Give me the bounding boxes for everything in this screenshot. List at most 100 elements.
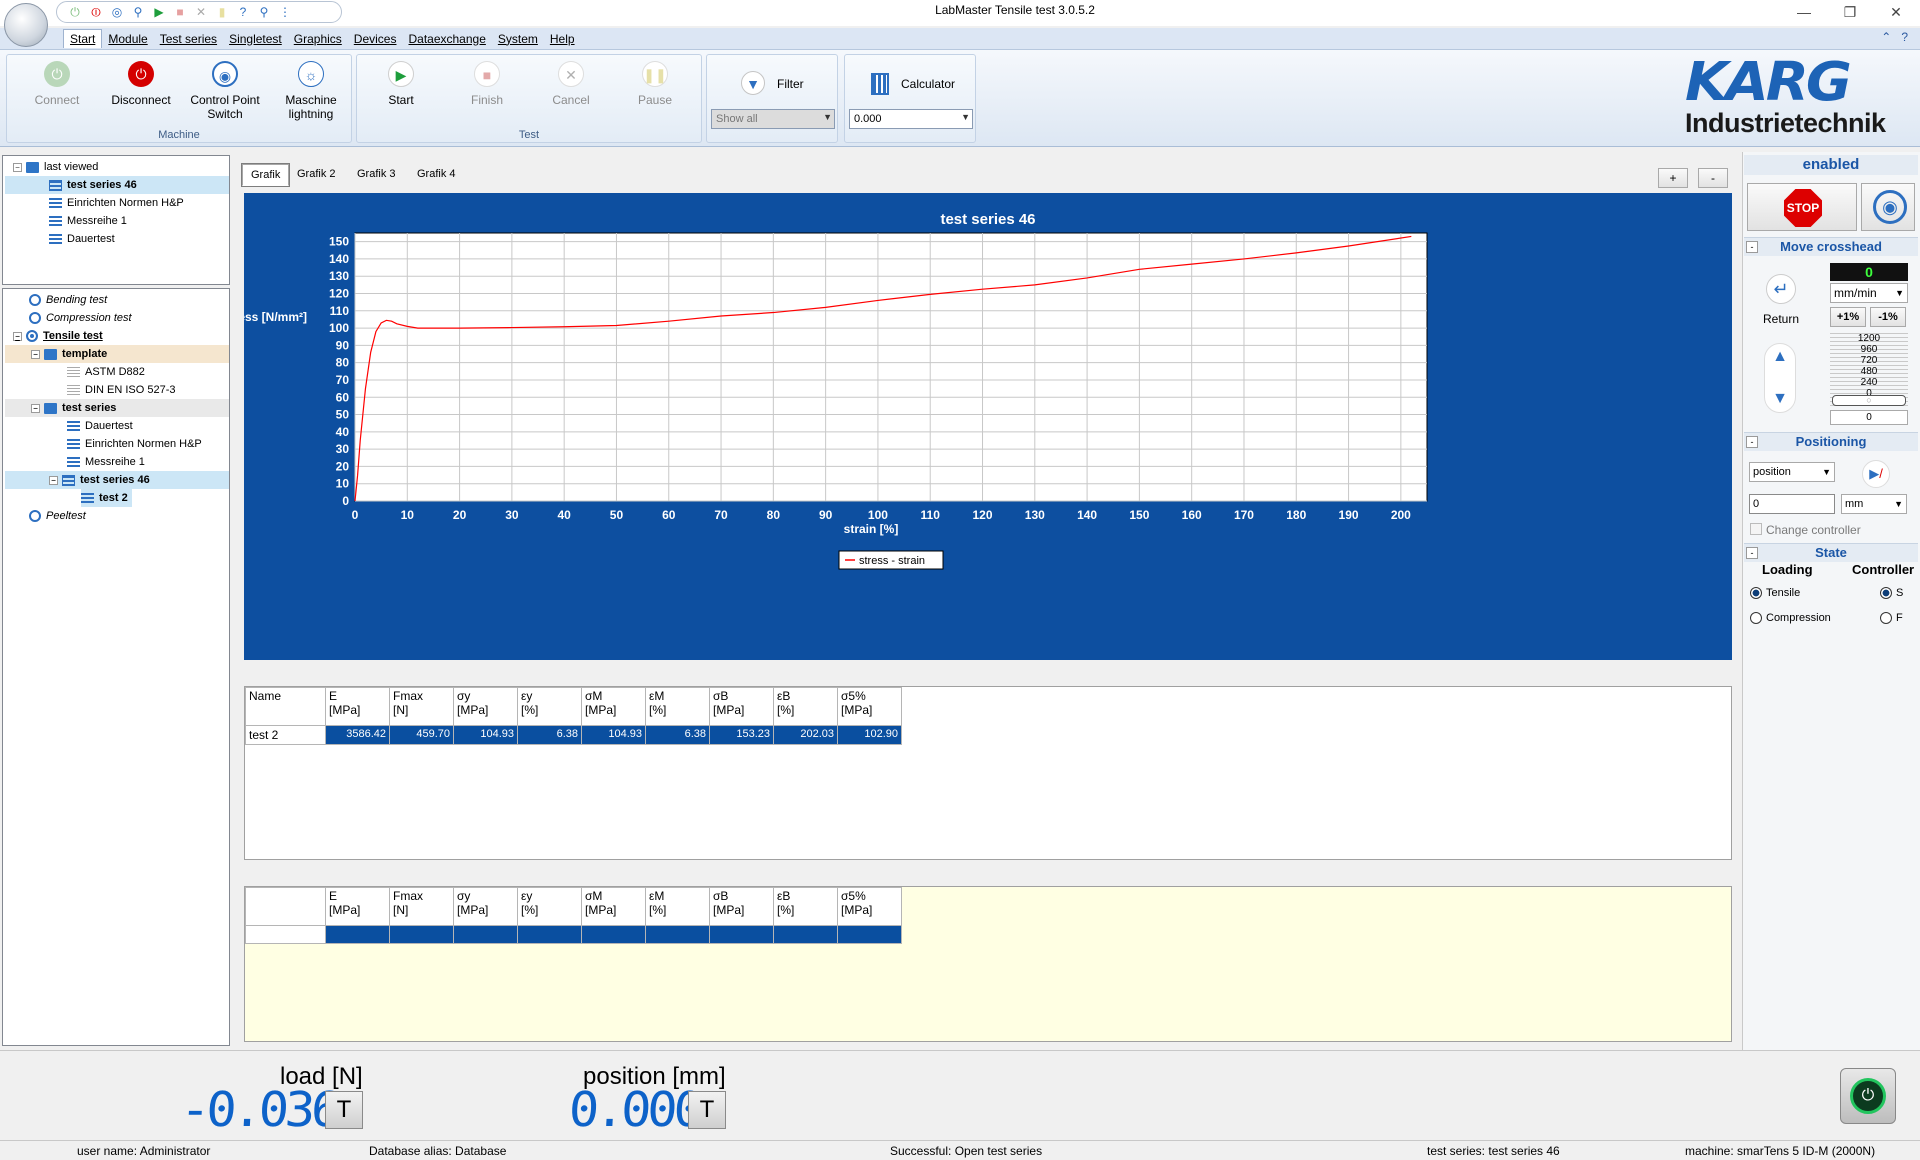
- menu-graphics[interactable]: Graphics: [288, 30, 348, 48]
- finish-button[interactable]: ■ Finish: [449, 61, 525, 107]
- table-cell[interactable]: [517, 925, 582, 944]
- menu-module[interactable]: Module: [102, 30, 153, 48]
- table-cell[interactable]: 153.23: [709, 725, 774, 745]
- speed-unit-select[interactable]: mm/min ▼: [1830, 283, 1908, 303]
- table-cell[interactable]: [773, 925, 838, 944]
- cancel-button[interactable]: ✕ Cancel: [533, 61, 609, 107]
- table-cell[interactable]: 459.70: [389, 725, 454, 745]
- collapse-icon[interactable]: −: [49, 475, 58, 485]
- loading-tensile-radio[interactable]: Tensile: [1750, 587, 1800, 599]
- column-header[interactable]: εy [%]: [517, 887, 582, 926]
- collapse-icon[interactable]: −: [13, 331, 22, 341]
- slider-thumb[interactable]: ○: [1832, 395, 1906, 406]
- column-header[interactable]: E [MPa]: [325, 687, 390, 726]
- speed-plus-1-button[interactable]: +1%: [1830, 307, 1866, 327]
- column-header[interactable]: εB [%]: [773, 687, 838, 726]
- speed-minus-1-button[interactable]: -1%: [1870, 307, 1906, 327]
- close-icon[interactable]: ✕: [1886, 4, 1906, 21]
- tree-item-messreihe[interactable]: Messreihe 1: [49, 212, 127, 230]
- table-cell[interactable]: 6.38: [645, 725, 710, 745]
- tree-item-series-messreihe[interactable]: Messreihe 1: [67, 453, 145, 471]
- column-header[interactable]: εB [%]: [773, 887, 838, 926]
- control-point-switch-button[interactable]: ◉ Control Point Switch: [187, 61, 263, 121]
- zoom-in-button[interactable]: +: [1658, 168, 1688, 188]
- table-cell[interactable]: [453, 925, 518, 944]
- table-cell[interactable]: [581, 925, 646, 944]
- table-cell[interactable]: [645, 925, 710, 944]
- tree-item-test-series-46[interactable]: test series 46: [5, 176, 229, 194]
- table-cell[interactable]: [325, 925, 390, 944]
- loading-compression-radio[interactable]: Compression: [1750, 612, 1831, 624]
- position-input[interactable]: 0: [1749, 494, 1835, 514]
- tree-item-einrichten[interactable]: Einrichten Normen H&P: [49, 194, 184, 212]
- column-header[interactable]: Fmax [N]: [389, 687, 454, 726]
- tab-grafik-4[interactable]: Grafik 4: [409, 164, 464, 186]
- machine-lightning-button[interactable]: ☼ Maschine lightning: [273, 61, 349, 121]
- control-point-button[interactable]: ◉: [1861, 183, 1915, 231]
- filter-select[interactable]: Show all ▼: [711, 109, 835, 129]
- column-header[interactable]: εy [%]: [517, 687, 582, 726]
- column-header[interactable]: σy [MPa]: [453, 687, 518, 726]
- menu-system[interactable]: System: [492, 30, 544, 48]
- table-row[interactable]: [245, 925, 902, 944]
- collapse-icon[interactable]: −: [13, 162, 22, 172]
- table-cell[interactable]: 104.93: [453, 725, 518, 745]
- menu-dataexchange[interactable]: Dataexchange: [402, 30, 491, 48]
- table-cell[interactable]: [245, 925, 326, 944]
- change-controller-checkbox[interactable]: [1750, 523, 1762, 535]
- tree-item-test-series-folder[interactable]: − test series: [5, 399, 229, 417]
- tree-item-bending-test[interactable]: Bending test: [29, 291, 107, 309]
- table-cell[interactable]: [389, 925, 454, 944]
- table-cell[interactable]: [837, 925, 902, 944]
- tree-item-dauertest[interactable]: Dauertest: [49, 230, 115, 248]
- column-header[interactable]: Fmax [N]: [389, 887, 454, 926]
- column-header[interactable]: Name: [245, 687, 326, 726]
- tree-item-peeltest[interactable]: Peeltest: [29, 507, 86, 525]
- tree-item-astm[interactable]: ASTM D882: [67, 363, 145, 381]
- table-cell[interactable]: 202.03: [773, 725, 838, 745]
- column-header[interactable]: σ5% [MPa]: [837, 687, 902, 726]
- zoom-out-button[interactable]: -: [1698, 168, 1728, 188]
- filter-icon[interactable]: ▼: [741, 71, 765, 95]
- help-icon[interactable]: ?: [1901, 30, 1908, 44]
- collapse-ribbon-icon[interactable]: ⌃: [1881, 30, 1891, 44]
- go-to-position-icon[interactable]: ▶/: [1862, 460, 1890, 488]
- arrow-down-icon[interactable]: ▼: [1765, 390, 1795, 408]
- table-cell[interactable]: 6.38: [517, 725, 582, 745]
- collapse-icon[interactable]: −: [31, 349, 40, 359]
- tab-grafik-3[interactable]: Grafik 3: [349, 164, 404, 186]
- start-button[interactable]: ▶ Start: [363, 61, 439, 107]
- return-icon[interactable]: ↵: [1766, 274, 1796, 304]
- collapse-icon[interactable]: −: [31, 403, 40, 413]
- tree-item-series-46[interactable]: − test series 46: [5, 471, 229, 489]
- tree-item-template[interactable]: − template: [5, 345, 229, 363]
- tare-position-button[interactable]: T: [688, 1091, 726, 1129]
- calculator-icon[interactable]: [871, 73, 889, 95]
- arrow-up-icon[interactable]: ▲: [1765, 348, 1795, 366]
- column-header[interactable]: σB [MPa]: [709, 687, 774, 726]
- tree-item-series-einrichten[interactable]: Einrichten Normen H&P: [67, 435, 202, 453]
- tare-load-button[interactable]: T: [325, 1091, 363, 1129]
- table-cell[interactable]: 104.93: [581, 725, 646, 745]
- connect-button[interactable]: ⏻ Connect: [19, 61, 95, 107]
- column-header[interactable]: εM [%]: [645, 687, 710, 726]
- column-header[interactable]: σM [MPa]: [581, 687, 646, 726]
- tab-grafik-2[interactable]: Grafik 2: [289, 164, 344, 186]
- menu-devices[interactable]: Devices: [348, 30, 403, 48]
- controller-s-radio[interactable]: S: [1880, 587, 1903, 599]
- restore-icon[interactable]: ❐: [1840, 4, 1860, 21]
- tree-item-compression-test[interactable]: Compression test: [29, 309, 132, 327]
- minimize-icon[interactable]: —: [1794, 4, 1814, 20]
- tree-item-series-dauertest[interactable]: Dauertest: [67, 417, 133, 435]
- position-unit-select[interactable]: mm ▼: [1841, 494, 1907, 514]
- column-header[interactable]: σB [MPa]: [709, 887, 774, 926]
- stop-button[interactable]: STOP: [1747, 183, 1857, 231]
- column-header[interactable]: E [MPa]: [325, 887, 390, 926]
- menu-test-series[interactable]: Test series: [154, 30, 223, 48]
- speed-slider[interactable]: 1200 960 720 480 240 0 ○: [1830, 333, 1908, 407]
- table-cell[interactable]: [709, 925, 774, 944]
- tab-grafik[interactable]: Grafik: [242, 164, 290, 186]
- table-cell[interactable]: 102.90: [837, 725, 902, 745]
- pause-button[interactable]: ❚❚ Pause: [617, 61, 693, 107]
- tree-item-din[interactable]: DIN EN ISO 527-3: [67, 381, 175, 399]
